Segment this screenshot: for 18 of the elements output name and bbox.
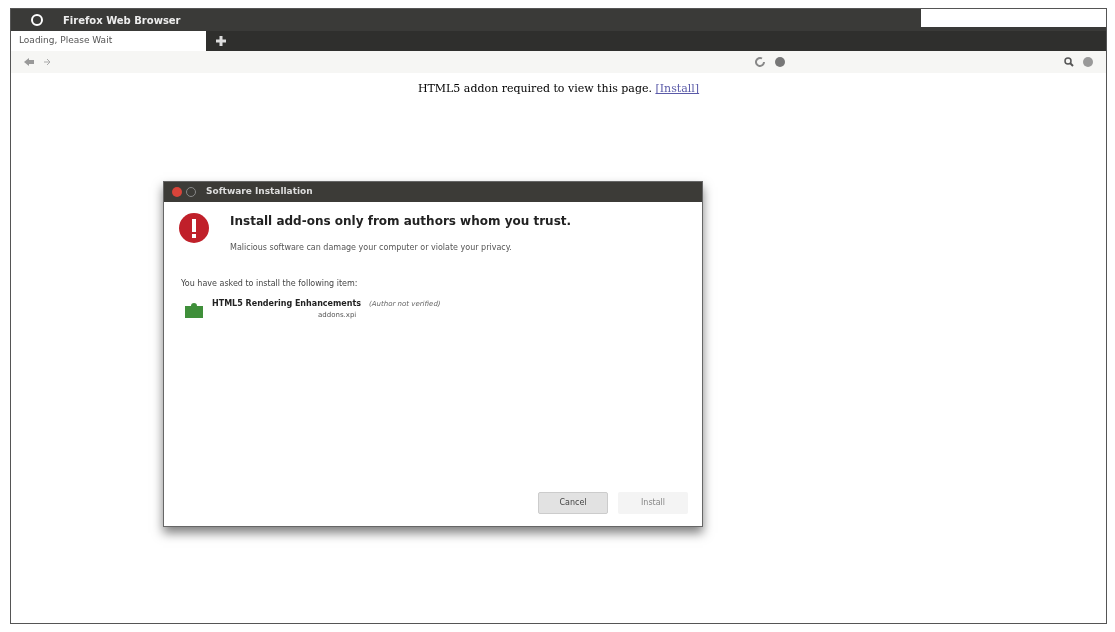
warning-icon xyxy=(178,212,210,244)
search-field[interactable] xyxy=(921,9,1106,27)
new-tab-icon[interactable] xyxy=(216,36,226,46)
forward-arrow-icon[interactable] xyxy=(43,58,51,66)
browser-logo-icon xyxy=(31,14,43,26)
back-arrow-icon[interactable] xyxy=(23,57,35,67)
install-link[interactable]: [Install] xyxy=(655,82,700,95)
close-icon[interactable] xyxy=(172,187,182,197)
dialog-button[interactable]: Cancel xyxy=(538,492,608,514)
window-title: Firefox Web Browser xyxy=(63,13,181,28)
reload-icon[interactable] xyxy=(754,56,766,68)
intro-text: You have asked to install the following item: xyxy=(181,278,359,290)
dialog-title: Software Installation xyxy=(206,185,313,199)
warning-text: Malicious software can damage your computer or violate your privacy. xyxy=(230,242,513,254)
addon-name: HTML5 Rendering Enhancements xyxy=(212,298,362,310)
dialog-heading: Install add-ons only from authors whom you trust. xyxy=(230,213,572,230)
search-icon[interactable] xyxy=(1064,57,1074,67)
browser-tab[interactable]: Loading, Please Wait xyxy=(11,31,206,51)
